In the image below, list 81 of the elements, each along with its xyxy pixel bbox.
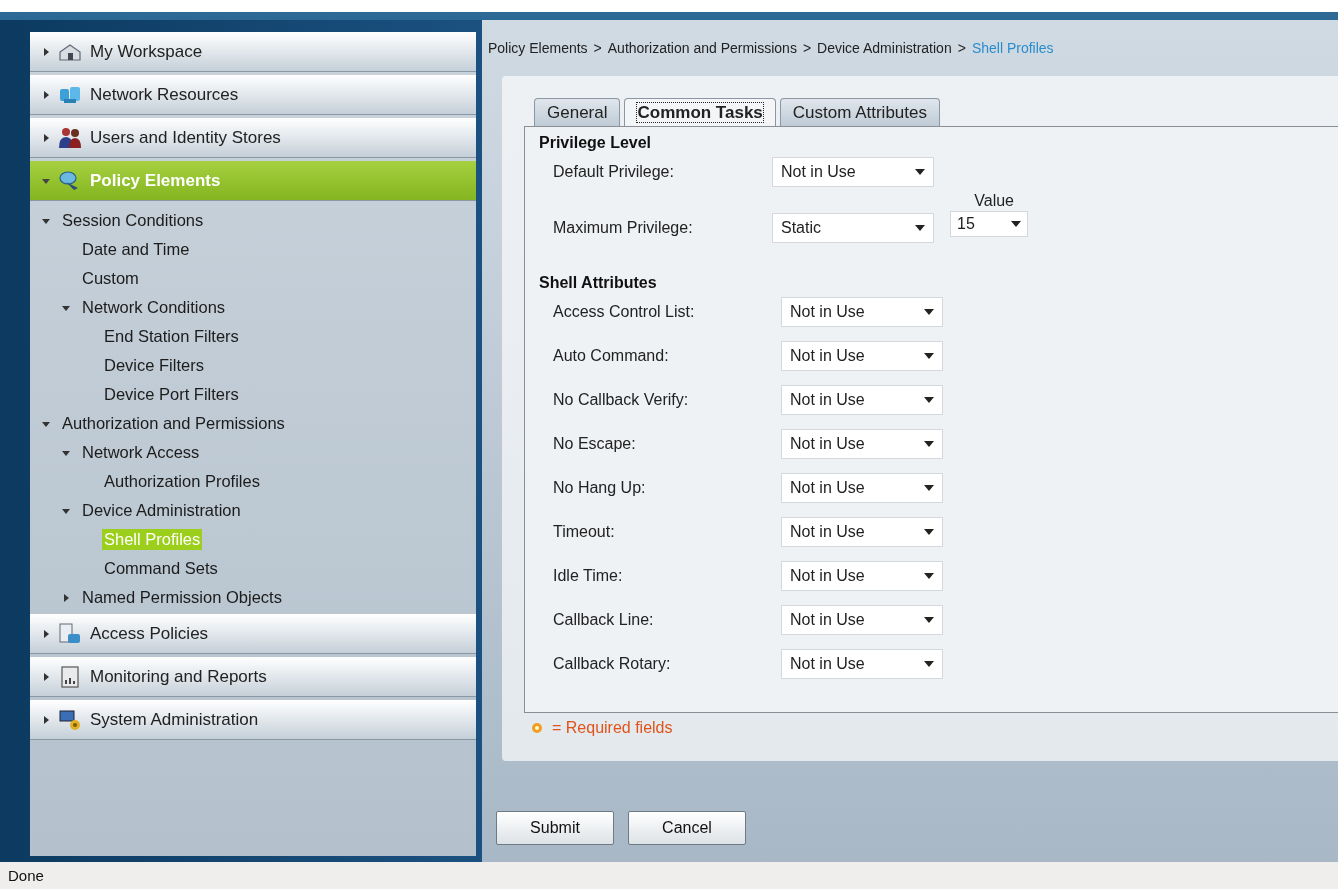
tree-item[interactable]: Device Port Filters bbox=[102, 384, 241, 405]
dropdown-arrow-icon bbox=[1011, 221, 1021, 227]
field-label: Value bbox=[974, 191, 1014, 211]
collapsed-caret-icon bbox=[42, 629, 50, 638]
field-label: Timeout: bbox=[553, 522, 616, 542]
dropdown-arrow-icon bbox=[915, 225, 925, 231]
dropdown[interactable]: Not in Use bbox=[781, 605, 943, 635]
section-heading: Privilege Level bbox=[539, 133, 653, 153]
tree-item[interactable]: Device Filters bbox=[102, 355, 206, 376]
tab[interactable]: Common Tasks bbox=[624, 98, 776, 126]
dropdown-arrow-icon bbox=[924, 441, 934, 447]
dropdown[interactable]: Not in Use bbox=[781, 341, 943, 371]
tree-item[interactable]: Network Access bbox=[80, 442, 202, 463]
field-label: Default Privilege: bbox=[553, 162, 675, 182]
dropdown-arrow-icon bbox=[924, 397, 934, 403]
action-button[interactable]: Cancel bbox=[628, 811, 746, 845]
tree-item[interactable]: Authorization Profiles bbox=[102, 471, 262, 492]
field-label: No Hang Up: bbox=[553, 478, 647, 498]
sidebar-section[interactable]: My Workspace bbox=[30, 32, 476, 72]
required-note: = Required fields bbox=[552, 719, 673, 737]
tree-item[interactable]: Named Permission Objects bbox=[80, 587, 284, 608]
section-heading: Shell Attributes bbox=[539, 273, 658, 293]
field-label: Idle Time: bbox=[553, 566, 624, 586]
breadcrumb-separator: > bbox=[593, 40, 602, 56]
field-label: Access Control List: bbox=[553, 302, 696, 322]
dropdown-arrow-icon bbox=[915, 169, 925, 175]
dropdown-arrow-icon bbox=[924, 309, 934, 315]
collapsed-caret-icon bbox=[42, 90, 50, 99]
sidebar-section[interactable]: Network Resources bbox=[30, 75, 476, 115]
dropdown-arrow-icon bbox=[924, 353, 934, 359]
sidebar-section[interactable]: Monitoring and Reports bbox=[30, 657, 476, 697]
field-label: Callback Line: bbox=[553, 610, 655, 630]
dropdown-arrow-icon bbox=[924, 617, 934, 623]
field-label: Callback Rotary: bbox=[553, 654, 672, 674]
tree-item[interactable]: Authorization and Permissions bbox=[60, 413, 287, 434]
action-button[interactable]: Submit bbox=[496, 811, 614, 845]
tree-item[interactable]: End Station Filters bbox=[102, 326, 241, 347]
breadcrumb-separator: > bbox=[957, 40, 966, 56]
dropdown[interactable]: Static bbox=[772, 213, 934, 243]
breadcrumb-link[interactable]: Policy Elements bbox=[488, 40, 588, 56]
dropdown[interactable]: Not in Use bbox=[781, 429, 943, 459]
breadcrumb-link[interactable]: Authorization and Permissions bbox=[607, 40, 797, 56]
field-label: Auto Command: bbox=[553, 346, 670, 366]
dropdown[interactable]: Not in Use bbox=[781, 297, 943, 327]
collapsed-caret-icon bbox=[42, 133, 50, 142]
tree-item[interactable]: Date and Time bbox=[80, 239, 192, 260]
document-icon bbox=[58, 621, 82, 646]
sidebar-section[interactable]: System Administration bbox=[30, 700, 476, 740]
dropdown-arrow-icon bbox=[924, 529, 934, 535]
computer-gear-icon bbox=[58, 707, 82, 732]
field-label: Maximum Privilege: bbox=[553, 218, 694, 238]
tab[interactable]: General bbox=[534, 98, 621, 126]
collapsed-caret-icon bbox=[42, 715, 50, 724]
expanded-caret-icon bbox=[42, 176, 50, 185]
users-icon bbox=[58, 125, 82, 150]
sidebar-section[interactable]: Users and Identity Stores bbox=[30, 118, 476, 158]
dropdown[interactable]: Not in Use bbox=[781, 561, 943, 591]
report-icon bbox=[58, 664, 82, 689]
breadcrumb-separator: > bbox=[802, 40, 812, 56]
tree-item[interactable]: Command Sets bbox=[102, 558, 220, 579]
tree-item[interactable]: Custom bbox=[80, 268, 141, 289]
field-label: No Escape: bbox=[553, 434, 637, 454]
dropdown[interactable]: Not in Use bbox=[781, 385, 943, 415]
status-text: Done bbox=[8, 867, 44, 884]
dropdown-arrow-icon bbox=[924, 573, 934, 579]
tree-item[interactable]: Network Conditions bbox=[80, 297, 228, 318]
dropdown-arrow-icon bbox=[924, 661, 934, 667]
dropdown[interactable]: 15 bbox=[950, 211, 1028, 237]
collapsed-caret-icon bbox=[42, 47, 50, 56]
field-label: No Callback Verify: bbox=[553, 390, 690, 410]
tree-item[interactable]: Device Administration bbox=[80, 500, 243, 521]
dropdown[interactable]: Not in Use bbox=[772, 157, 934, 187]
breadcrumb-link[interactable]: Device Administration bbox=[817, 40, 952, 56]
dropdown[interactable]: Not in Use bbox=[781, 517, 943, 547]
dropdown-arrow-icon bbox=[924, 485, 934, 491]
dropdown[interactable]: Not in Use bbox=[781, 473, 943, 503]
tab[interactable]: Custom Attributes bbox=[779, 98, 940, 126]
dropdown[interactable]: Not in Use bbox=[781, 649, 943, 679]
sidebar-section[interactable]: Access Policies bbox=[30, 614, 476, 654]
tree-item[interactable]: Session Conditions bbox=[60, 210, 206, 231]
collapsed-caret-icon bbox=[42, 672, 50, 681]
